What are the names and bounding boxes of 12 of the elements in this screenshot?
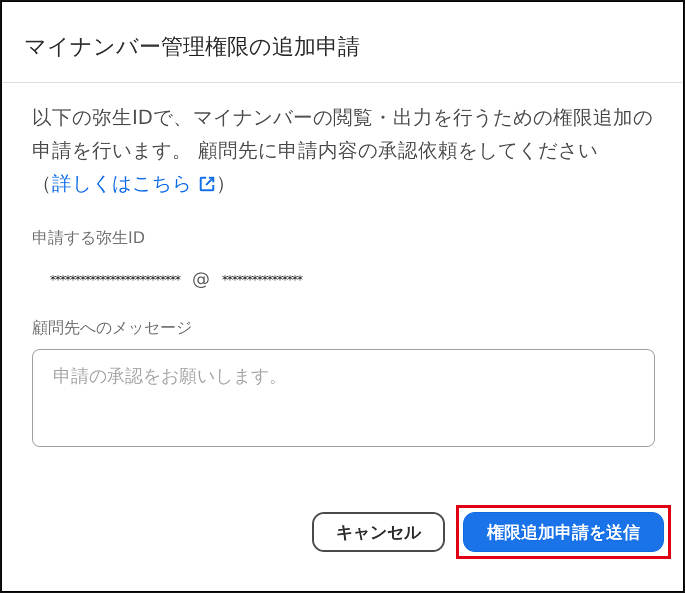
cancel-button[interactable]: キャンセル (312, 512, 445, 552)
description-text: 以下の弥生IDで、マイナンバーの閲覧・出力を行うための権限追加の申請を行います。 顧問先に申請内容の承認依頼をしてください（詳しくはこちら ） (32, 105, 654, 197)
masked-domain: **************** (222, 272, 302, 286)
submit-button[interactable]: 権限追加申請を送信 (463, 512, 664, 552)
id-label: 申請する弥生ID (32, 228, 146, 249)
dialog-title: マイナンバー管理権限の追加申請 (23, 34, 361, 62)
masked-user-id: ************************** (50, 272, 180, 286)
message-field[interactable]: 申請の承認をお願いします。 (32, 349, 655, 447)
external-link-icon (198, 175, 216, 193)
message-label: 顧問先へのメッセージ (32, 318, 193, 339)
at-sign: @ (192, 269, 210, 290)
details-link[interactable]: 詳しくはこちら (52, 172, 216, 195)
